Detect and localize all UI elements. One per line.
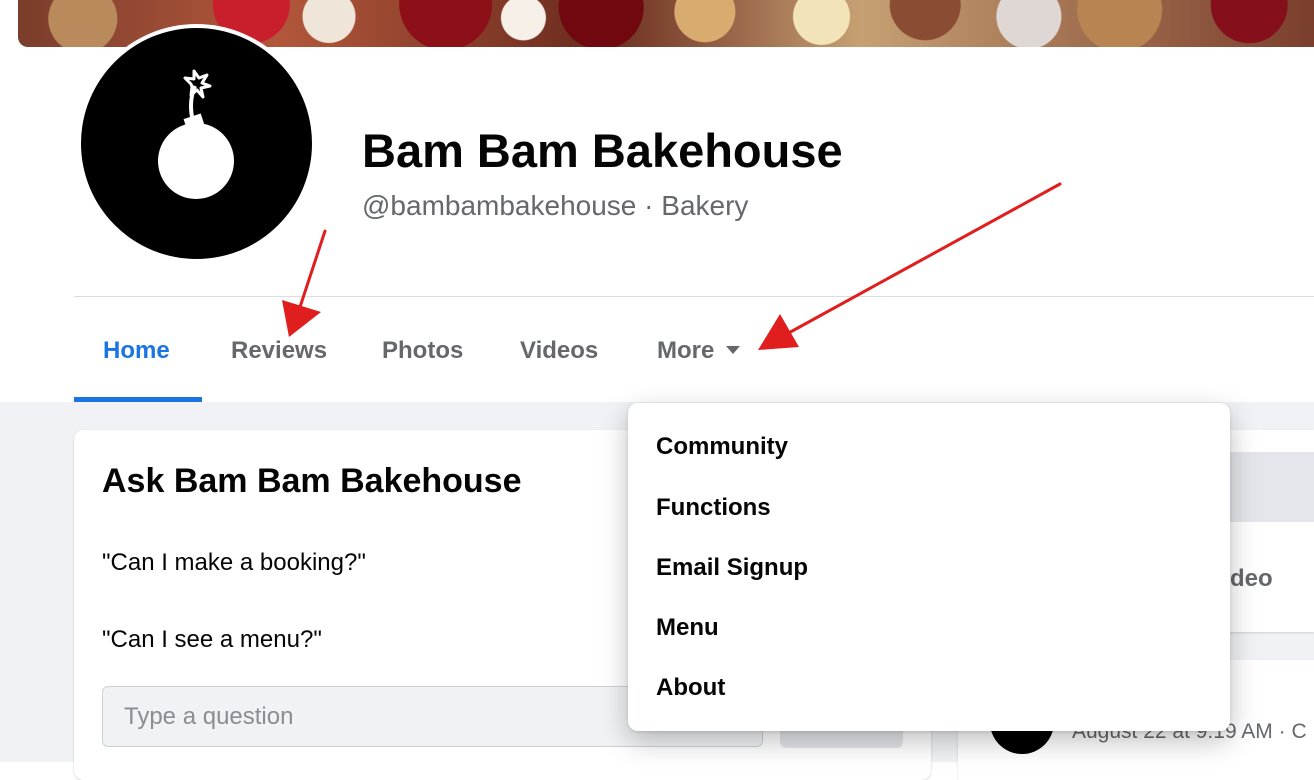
profile-avatar[interactable]: [77, 24, 316, 263]
bomb-icon: [81, 28, 312, 259]
tab-reviews[interactable]: Reviews: [231, 333, 327, 369]
menu-item-menu[interactable]: Menu: [656, 608, 719, 648]
tab-home[interactable]: Home: [103, 333, 170, 369]
menu-item-community[interactable]: Community: [656, 427, 788, 467]
menu-item-email-signup[interactable]: Email Signup: [656, 548, 808, 588]
more-dropdown-menu: Community Functions Email Signup Menu Ab…: [628, 403, 1230, 731]
right-video-label[interactable]: deo: [1230, 565, 1273, 593]
tab-photos[interactable]: Photos: [382, 333, 463, 369]
tab-videos[interactable]: Videos: [520, 333, 598, 369]
suggested-question-booking[interactable]: "Can I make a booking?": [102, 547, 366, 579]
suggested-question-menu[interactable]: "Can I see a menu?": [102, 624, 322, 656]
menu-item-functions[interactable]: Functions: [656, 488, 771, 528]
page-category[interactable]: Bakery: [661, 190, 748, 221]
tab-more[interactable]: More: [657, 333, 741, 369]
caret-down-icon: [726, 345, 741, 354]
header-divider: [74, 296, 1314, 297]
page-handle: @bambambakehouse: [362, 190, 637, 221]
annotation-arrow-more: [758, 182, 1062, 350]
tab-more-label: More: [657, 337, 715, 364]
ask-card-title: Ask Bam Bam Bakehouse: [102, 462, 522, 500]
page-subtitle: @bambambakehouse · Bakery: [362, 188, 748, 224]
subtitle-separator: ·: [644, 190, 654, 221]
menu-item-about[interactable]: About: [656, 668, 725, 708]
page-title: Bam Bam Bakehouse: [362, 124, 843, 177]
